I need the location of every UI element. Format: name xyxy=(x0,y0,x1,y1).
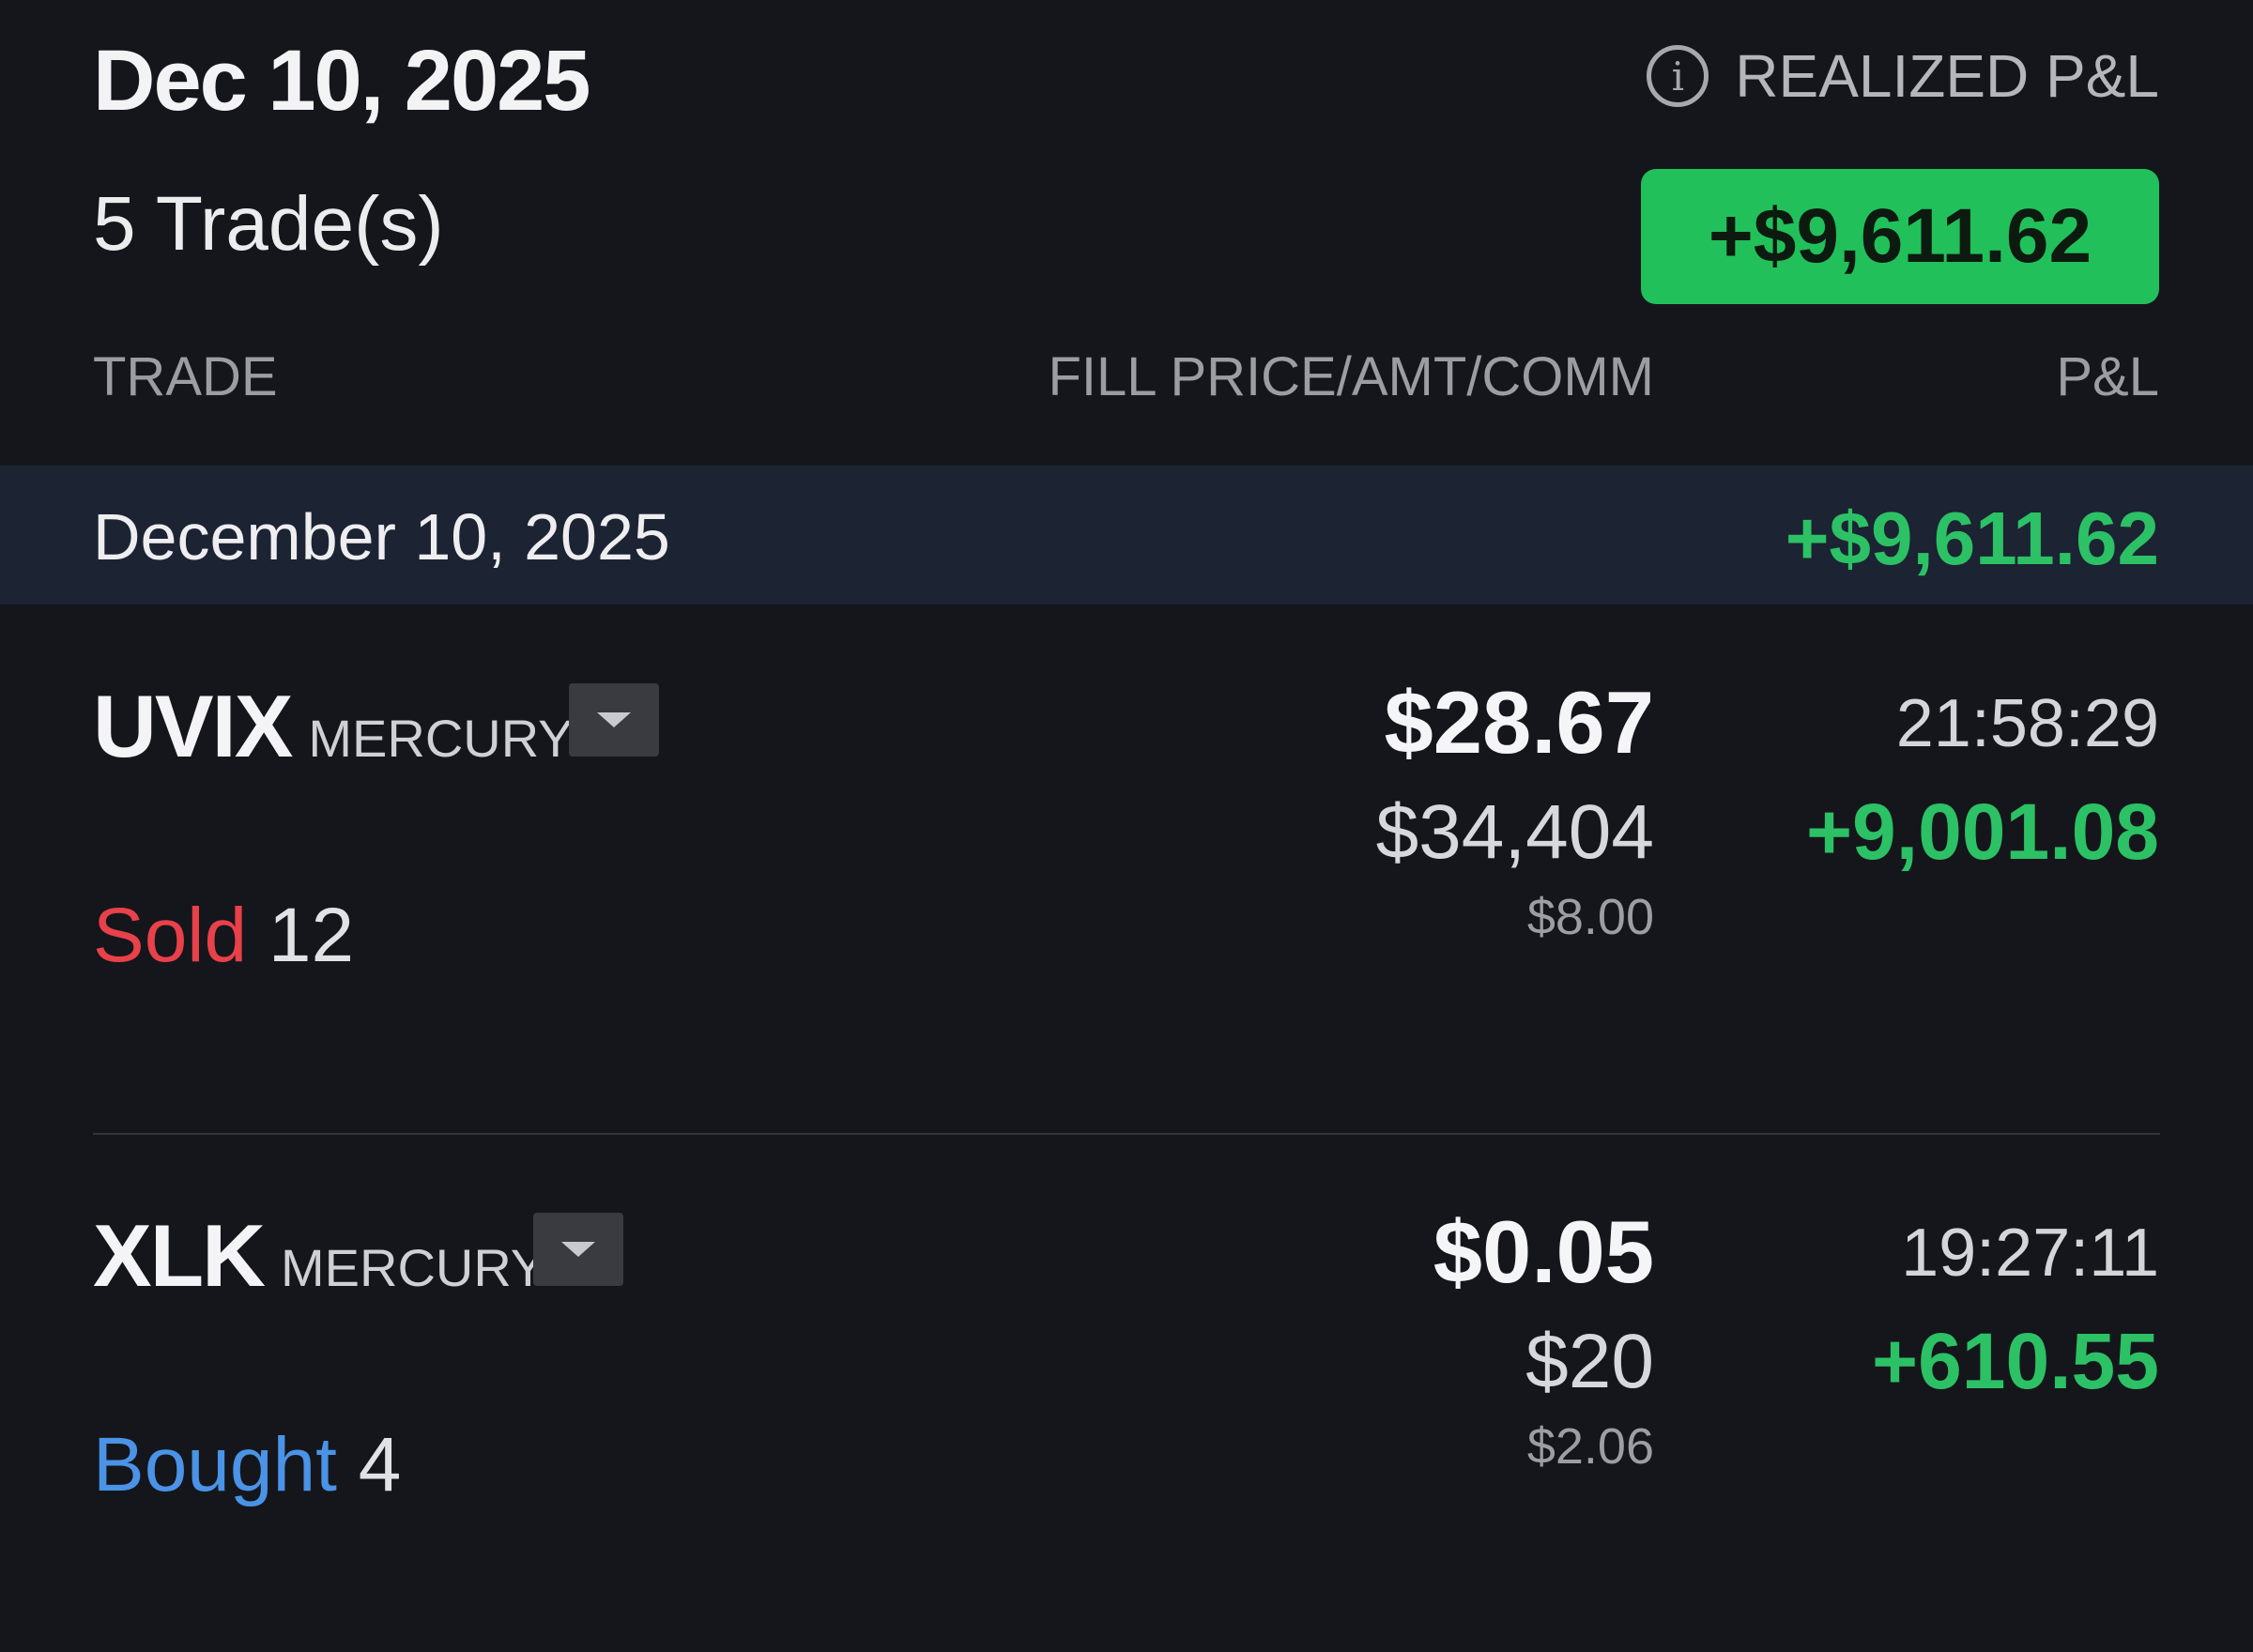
group-pnl: +$9,611.62 xyxy=(1785,497,2159,580)
date-group-header[interactable]: December 10, 2025 +$9,611.62 xyxy=(0,466,2253,604)
info-icon[interactable]: i xyxy=(1647,45,1709,107)
trade-action-line: Bought 4 xyxy=(93,1421,401,1509)
row-divider xyxy=(93,1133,2160,1135)
column-header-pnl: P&L xyxy=(2056,346,2159,407)
column-header-fill: FILL PRICE/AMT/COMM xyxy=(1048,346,1654,407)
trade-exchange: MERCURY xyxy=(308,709,574,768)
realized-pnl-badge: +$9,611.62 xyxy=(1641,169,2159,304)
trade-row[interactable]: XLK MERCURY Bought 4 $0.05 $20 $2.06 19:… xyxy=(0,1168,2253,1652)
trade-exchange: MERCURY xyxy=(281,1238,546,1297)
column-header-trade: TRADE xyxy=(93,346,278,407)
trade-action: Sold xyxy=(93,893,248,978)
page-title: Dec 10, 2025 xyxy=(93,33,590,129)
trade-row[interactable]: UVIX MERCURY Sold 12 $28.67 $34,404 $8.0… xyxy=(0,638,2253,1164)
realized-pnl-label: REALIZED P&L xyxy=(1735,42,2159,110)
trade-fill-price: $28.67 xyxy=(1384,673,1654,772)
trade-fill-price: $0.05 xyxy=(1433,1202,1654,1301)
trade-time: 19:27:11 xyxy=(1901,1216,2159,1291)
trade-amount: $34,404 xyxy=(1375,789,1654,875)
trade-action-line: Sold 12 xyxy=(93,892,354,980)
trade-commission: $2.06 xyxy=(1526,1418,1654,1475)
group-date: December 10, 2025 xyxy=(93,500,670,574)
trade-dropdown-button[interactable] xyxy=(569,683,659,757)
caret-down-icon xyxy=(597,712,631,727)
realized-pnl-header: i REALIZED P&L xyxy=(1647,41,2159,111)
trade-symbol: UVIX xyxy=(93,677,293,775)
trade-pnl: +9,001.08 xyxy=(1805,788,2159,876)
trade-pnl: +610.55 xyxy=(1872,1317,2159,1405)
trade-symbol: XLK xyxy=(93,1206,266,1305)
trade-symbol-line: UVIX MERCURY xyxy=(93,676,574,777)
trade-history-page: Dec 10, 2025 5 Trade(s) i REALIZED P&L +… xyxy=(0,0,2253,1652)
caret-down-icon xyxy=(561,1242,595,1257)
trade-dropdown-button[interactable] xyxy=(533,1213,623,1286)
trade-symbol-line: XLK MERCURY xyxy=(93,1205,545,1307)
trade-quantity: 12 xyxy=(268,893,355,978)
trade-action: Bought xyxy=(93,1422,337,1507)
trade-commission: $8.00 xyxy=(1526,889,1654,945)
trade-quantity: 4 xyxy=(358,1422,402,1507)
trade-time: 21:58:29 xyxy=(1895,686,2159,761)
trade-count: 5 Trade(s) xyxy=(93,181,444,267)
trade-amount: $20 xyxy=(1525,1319,1654,1404)
